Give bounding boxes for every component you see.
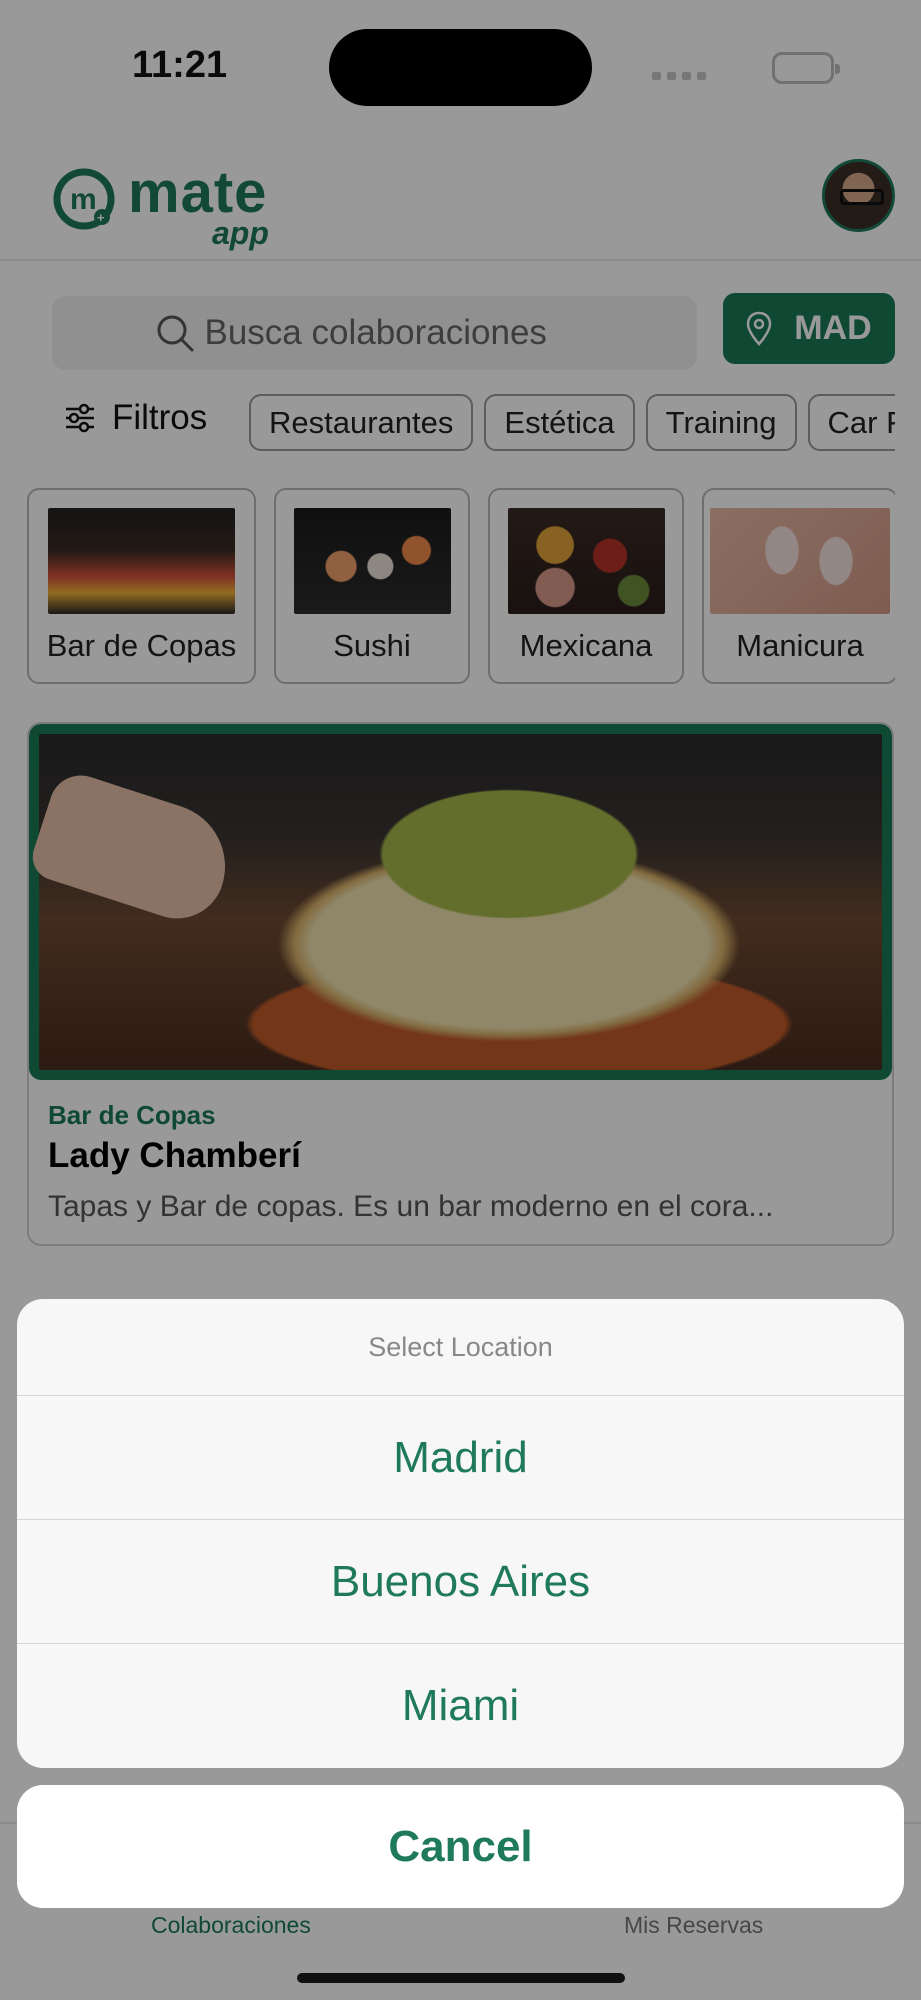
home-indicator[interactable]	[297, 1973, 625, 1983]
cancel-button[interactable]: Cancel	[17, 1785, 904, 1908]
option-miami[interactable]: Miami	[17, 1644, 904, 1768]
action-sheet-title: Select Location	[17, 1299, 904, 1396]
location-action-sheet: Select Location Madrid Buenos Aires Miam…	[17, 1299, 904, 1768]
option-buenos-aires[interactable]: Buenos Aires	[17, 1520, 904, 1644]
option-madrid[interactable]: Madrid	[17, 1396, 904, 1520]
